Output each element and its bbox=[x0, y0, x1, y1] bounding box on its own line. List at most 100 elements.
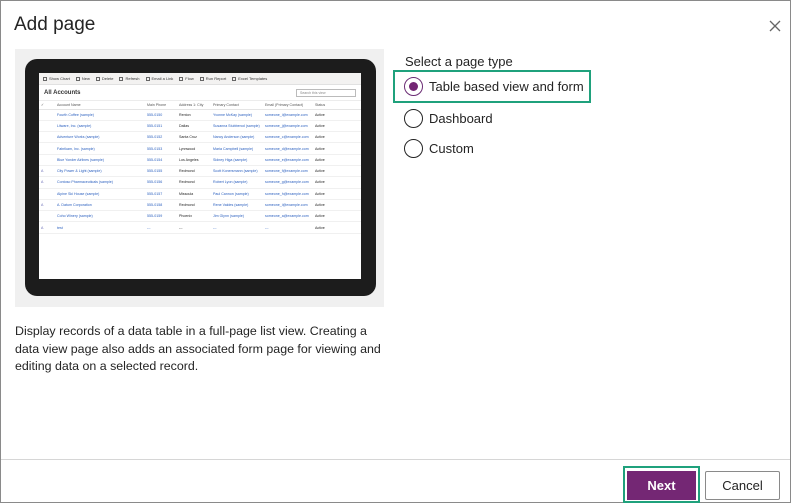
cell-primary-contact: Rene Valdes (sample) bbox=[211, 199, 263, 212]
cell-city: Redmond bbox=[177, 176, 211, 189]
preview-command: Flow bbox=[179, 76, 194, 81]
cell-city: Phoenix bbox=[177, 210, 211, 223]
preview-command-bar: Show Chart New Delete Refresh Email a Li… bbox=[39, 73, 361, 85]
cell-main-phone: 555-0157 bbox=[145, 188, 177, 200]
next-button[interactable]: Next bbox=[627, 471, 696, 500]
cell-primary-contact: Yvonne McKay (sample) bbox=[211, 109, 263, 121]
cell-primary-contact: Scott Konersmann (sample) bbox=[211, 165, 263, 178]
preview-row: Blue Yonder Airlines (sample) 555-0154 Los… bbox=[39, 154, 361, 166]
page-type-preview: Show Chart New Delete Refresh Email a Li… bbox=[15, 49, 384, 307]
cell-contact-email: someone_i@example.com bbox=[263, 109, 313, 121]
preview-row: A City Power & Light (sample) 555-0155 Redm… bbox=[39, 165, 361, 178]
cell-account-name: Contoso Pharmaceuticals (sample) bbox=[55, 176, 145, 189]
cell-row-icon: A bbox=[39, 221, 55, 234]
cell-city: Missoula bbox=[177, 188, 211, 200]
option-label: Dashboard bbox=[429, 111, 493, 126]
column-header: Primary Contact bbox=[211, 101, 263, 110]
cell-row-icon: A bbox=[39, 176, 55, 189]
cell-primary-contact: Jim Glynn (sample) bbox=[211, 210, 263, 223]
cell-contact-email: someone_g@example.com bbox=[263, 176, 313, 189]
cell-account-name: Fabrikam, Inc. (sample) bbox=[55, 142, 145, 155]
cell-main-phone: 555-0152 bbox=[145, 131, 177, 144]
footer-divider bbox=[1, 459, 790, 460]
preview-row: Coho Winery (sample) 555-0159 Phoenix Jim G… bbox=[39, 210, 361, 223]
cell-status: Active bbox=[313, 120, 361, 133]
cell-main-phone: 555-0154 bbox=[145, 154, 177, 166]
cell-account-name: Alpine Ski House (sample) bbox=[55, 188, 145, 200]
radio-unselected-icon[interactable] bbox=[404, 109, 423, 128]
cell-city: Santa Cruz bbox=[177, 131, 211, 144]
cell-contact-email: someone_j@example.com bbox=[263, 120, 313, 133]
cell-main-phone: 555-0153 bbox=[145, 142, 177, 155]
cell-city: Renton bbox=[177, 109, 211, 121]
preview-row: Litware, Inc. (sample) 555-0151 Dallas Susa… bbox=[39, 120, 361, 133]
cell-city: --- bbox=[177, 221, 211, 234]
cell-primary-contact: Paul Cannon (sample) bbox=[211, 188, 263, 200]
cell-account-name: Adventure Works (sample) bbox=[55, 131, 145, 144]
cell-row-icon bbox=[39, 210, 55, 223]
cell-city: Dallas bbox=[177, 120, 211, 133]
radio-unselected-icon[interactable] bbox=[404, 139, 423, 158]
cell-row-icon bbox=[39, 142, 55, 155]
option-dashboard[interactable]: Dashboard bbox=[404, 109, 493, 128]
column-header: Address 1: City bbox=[177, 101, 211, 110]
preview-grid-header: ✓ Account Name Main Phone Address 1: Cit… bbox=[39, 101, 361, 110]
cell-account-name: Fourth Coffee (sample) bbox=[55, 109, 145, 121]
cell-main-phone: 555-0156 bbox=[145, 176, 177, 189]
column-header: Status bbox=[313, 101, 361, 110]
cell-primary-contact: Sidney Higa (sample) bbox=[211, 154, 263, 166]
cell-contact-email: --- bbox=[263, 221, 313, 234]
preview-row: Fabrikam, Inc. (sample) 555-0153 Lynnwood M… bbox=[39, 142, 361, 155]
close-icon[interactable] bbox=[767, 18, 783, 34]
option-table-based-view[interactable]: Table based view and form bbox=[393, 70, 591, 103]
cell-primary-contact: Nancy Anderson (sample) bbox=[211, 131, 263, 144]
tablet-frame: Show Chart New Delete Refresh Email a Li… bbox=[25, 59, 376, 296]
option-label: Table based view and form bbox=[429, 79, 584, 94]
cell-row-icon bbox=[39, 188, 55, 200]
preview-search-box: Search this view bbox=[296, 88, 356, 97]
cell-primary-contact: --- bbox=[211, 221, 263, 234]
cell-main-phone: 555-0150 bbox=[145, 109, 177, 121]
cell-city: Redmond bbox=[177, 165, 211, 178]
cell-status: Active bbox=[313, 154, 361, 166]
cell-contact-email: someone_e@example.com bbox=[263, 154, 313, 166]
cell-status: Active bbox=[313, 210, 361, 223]
cell-primary-contact: Robert Lyon (sample) bbox=[211, 176, 263, 189]
cell-row-icon bbox=[39, 131, 55, 144]
cell-row-icon: A bbox=[39, 199, 55, 212]
preview-grid: ✓ Account Name Main Phone Address 1: Cit… bbox=[39, 101, 361, 234]
cell-status: Active bbox=[313, 109, 361, 121]
preview-command: Excel Templates bbox=[232, 76, 267, 81]
cell-status: Active bbox=[313, 142, 361, 155]
cell-contact-email: someone_d@example.com bbox=[263, 142, 313, 155]
preview-row: Alpine Ski House (sample) 555-0157 Missoul… bbox=[39, 188, 361, 200]
select-all-check: ✓ bbox=[39, 101, 55, 110]
page-type-label: Select a page type bbox=[405, 54, 513, 69]
cancel-button[interactable]: Cancel bbox=[705, 471, 780, 500]
cell-contact-email: someone_c@example.com bbox=[263, 131, 313, 144]
preview-row: Adventure Works (sample) 555-0152 Santa Cr… bbox=[39, 131, 361, 144]
preview-command: Show Chart bbox=[43, 76, 70, 81]
preview-view-bar: All Accounts Search this view bbox=[39, 85, 361, 101]
preview-screen: Show Chart New Delete Refresh Email a Li… bbox=[39, 73, 361, 279]
cell-main-phone: 555-0158 bbox=[145, 199, 177, 212]
column-header: Email (Primary Contact) bbox=[263, 101, 313, 110]
cell-main-phone: 555-0151 bbox=[145, 120, 177, 133]
cell-status: Active bbox=[313, 188, 361, 200]
preview-row: A A. Datum Corporation 555-0158 Redmond Rene… bbox=[39, 199, 361, 212]
cell-status: Active bbox=[313, 131, 361, 144]
cell-contact-email: someone_i@example.com bbox=[263, 199, 313, 212]
radio-selected-icon[interactable] bbox=[404, 77, 423, 96]
preview-command: New bbox=[75, 76, 90, 81]
option-custom[interactable]: Custom bbox=[404, 139, 474, 158]
preview-row: Atest --- --- --- --- Active bbox=[39, 221, 361, 234]
cell-main-phone: --- bbox=[145, 221, 177, 234]
cell-status: Active bbox=[313, 165, 361, 178]
cell-account-name: Litware, Inc. (sample) bbox=[55, 120, 145, 133]
preview-command: Refresh bbox=[119, 76, 140, 81]
preview-command: Email a Link bbox=[145, 76, 173, 81]
column-header: Main Phone bbox=[145, 101, 177, 110]
cell-status: Active bbox=[313, 221, 361, 234]
cell-city: Redmond bbox=[177, 199, 211, 212]
cell-account-name: Blue Yonder Airlines (sample) bbox=[55, 154, 145, 166]
